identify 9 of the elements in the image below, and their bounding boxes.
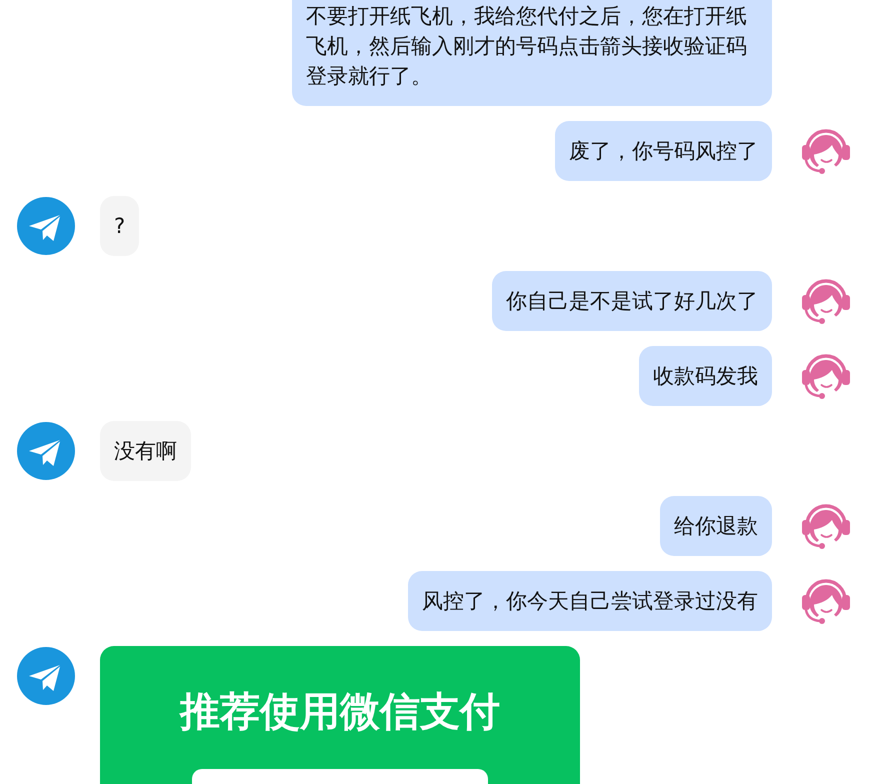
message-bubble: 给你退款 — [660, 496, 772, 556]
message-bubble: 收款码发我 — [639, 346, 772, 406]
message-bubble: 风控了，你今天自己尝试登录过没有 — [408, 571, 772, 631]
message-bubble: 废了，你号码风控了 — [555, 121, 772, 181]
message-bubble: 你自己是不是试了好几次了 — [492, 271, 772, 331]
message-bubble: 没有啊 — [100, 421, 191, 481]
payment-card-title: 推荐使用微信支付 — [180, 688, 500, 737]
message-bubble: 不要打开纸飞机，我给您代付之后，您在打开纸飞机，然后输入刚才的号码点击箭头接收验证码登录就行了。 — [292, 0, 772, 106]
message-bubble: ? — [100, 196, 140, 256]
